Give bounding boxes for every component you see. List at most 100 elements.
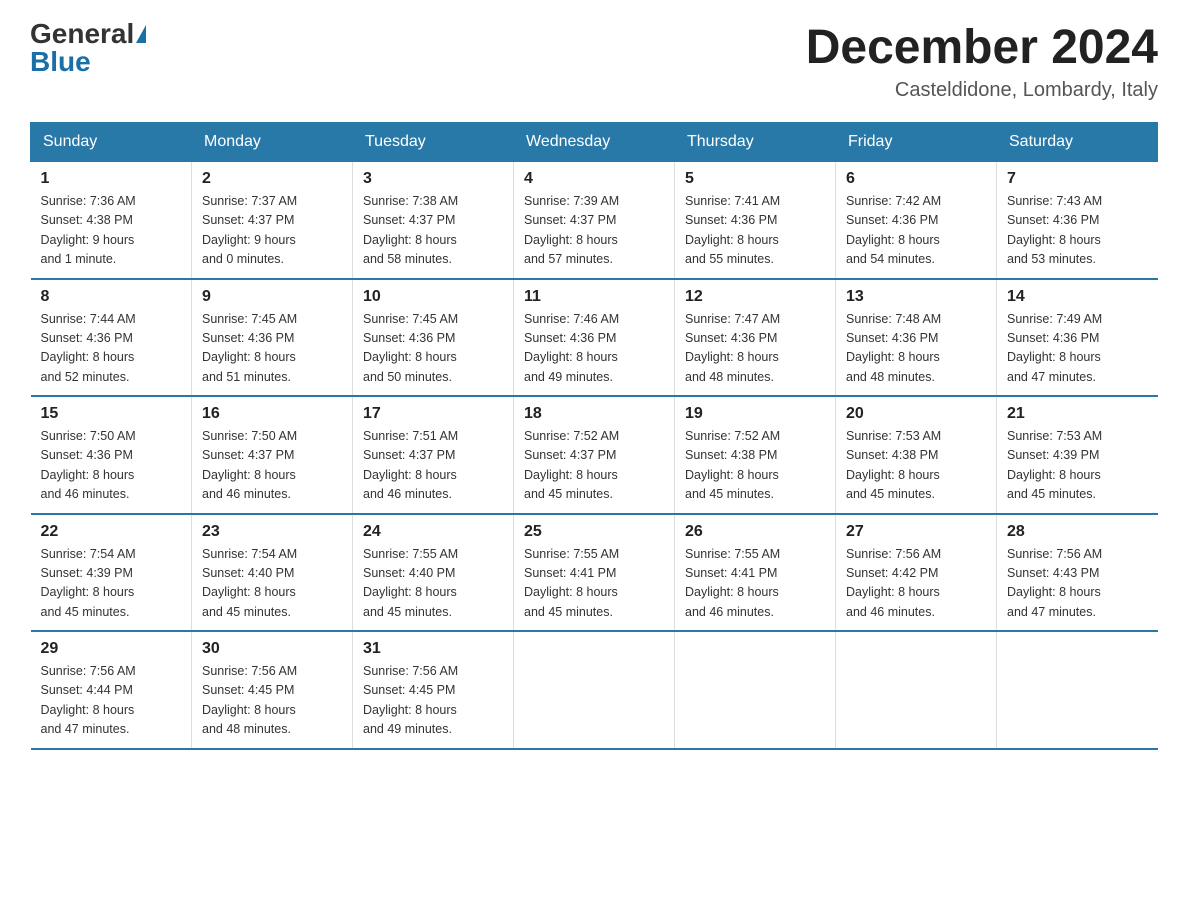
day-number: 17	[363, 405, 503, 423]
day-number: 25	[524, 523, 664, 541]
calendar-cell: 20 Sunrise: 7:53 AMSunset: 4:38 PMDaylig…	[836, 396, 997, 514]
day-info: Sunrise: 7:54 AMSunset: 4:39 PMDaylight:…	[41, 545, 182, 623]
calendar-cell: 11 Sunrise: 7:46 AMSunset: 4:36 PMDaylig…	[514, 279, 675, 397]
day-number: 7	[1007, 170, 1148, 188]
day-number: 8	[41, 288, 182, 306]
calendar-cell: 3 Sunrise: 7:38 AMSunset: 4:37 PMDayligh…	[353, 162, 514, 279]
calendar-week-row: 29 Sunrise: 7:56 AMSunset: 4:44 PMDaylig…	[31, 631, 1158, 749]
day-number: 31	[363, 640, 503, 658]
location-subtitle: Casteldidone, Lombardy, Italy	[806, 79, 1158, 102]
logo-blue: Blue	[30, 48, 91, 76]
day-info: Sunrise: 7:56 AMSunset: 4:45 PMDaylight:…	[363, 662, 503, 740]
calendar-cell: 14 Sunrise: 7:49 AMSunset: 4:36 PMDaylig…	[997, 279, 1158, 397]
day-number: 3	[363, 170, 503, 188]
day-number: 29	[41, 640, 182, 658]
logo: General Blue	[30, 20, 146, 76]
day-info: Sunrise: 7:53 AMSunset: 4:39 PMDaylight:…	[1007, 427, 1148, 505]
calendar-cell: 12 Sunrise: 7:47 AMSunset: 4:36 PMDaylig…	[675, 279, 836, 397]
calendar-cell: 27 Sunrise: 7:56 AMSunset: 4:42 PMDaylig…	[836, 514, 997, 632]
header-friday: Friday	[836, 123, 997, 162]
day-info: Sunrise: 7:50 AMSunset: 4:36 PMDaylight:…	[41, 427, 182, 505]
day-info: Sunrise: 7:55 AMSunset: 4:40 PMDaylight:…	[363, 545, 503, 623]
calendar-cell: 31 Sunrise: 7:56 AMSunset: 4:45 PMDaylig…	[353, 631, 514, 749]
day-number: 22	[41, 523, 182, 541]
day-number: 19	[685, 405, 825, 423]
day-info: Sunrise: 7:54 AMSunset: 4:40 PMDaylight:…	[202, 545, 342, 623]
calendar-cell: 24 Sunrise: 7:55 AMSunset: 4:40 PMDaylig…	[353, 514, 514, 632]
calendar-cell: 23 Sunrise: 7:54 AMSunset: 4:40 PMDaylig…	[192, 514, 353, 632]
logo-triangle-icon	[136, 25, 146, 43]
calendar-cell	[836, 631, 997, 749]
day-number: 6	[846, 170, 986, 188]
calendar-cell	[514, 631, 675, 749]
header-saturday: Saturday	[997, 123, 1158, 162]
day-info: Sunrise: 7:36 AMSunset: 4:38 PMDaylight:…	[41, 192, 182, 270]
calendar-week-row: 15 Sunrise: 7:50 AMSunset: 4:36 PMDaylig…	[31, 396, 1158, 514]
calendar-cell: 17 Sunrise: 7:51 AMSunset: 4:37 PMDaylig…	[353, 396, 514, 514]
day-number: 24	[363, 523, 503, 541]
day-number: 2	[202, 170, 342, 188]
calendar-cell: 10 Sunrise: 7:45 AMSunset: 4:36 PMDaylig…	[353, 279, 514, 397]
day-number: 4	[524, 170, 664, 188]
day-info: Sunrise: 7:56 AMSunset: 4:44 PMDaylight:…	[41, 662, 182, 740]
day-number: 28	[1007, 523, 1148, 541]
page-header: General Blue December 2024 Casteldidone,…	[30, 20, 1158, 102]
day-info: Sunrise: 7:55 AMSunset: 4:41 PMDaylight:…	[685, 545, 825, 623]
calendar-cell: 4 Sunrise: 7:39 AMSunset: 4:37 PMDayligh…	[514, 162, 675, 279]
day-info: Sunrise: 7:45 AMSunset: 4:36 PMDaylight:…	[202, 310, 342, 388]
day-number: 16	[202, 405, 342, 423]
day-info: Sunrise: 7:38 AMSunset: 4:37 PMDaylight:…	[363, 192, 503, 270]
calendar-cell: 8 Sunrise: 7:44 AMSunset: 4:36 PMDayligh…	[31, 279, 192, 397]
day-info: Sunrise: 7:39 AMSunset: 4:37 PMDaylight:…	[524, 192, 664, 270]
calendar-cell: 21 Sunrise: 7:53 AMSunset: 4:39 PMDaylig…	[997, 396, 1158, 514]
day-number: 5	[685, 170, 825, 188]
day-info: Sunrise: 7:56 AMSunset: 4:45 PMDaylight:…	[202, 662, 342, 740]
day-number: 26	[685, 523, 825, 541]
calendar-cell: 13 Sunrise: 7:48 AMSunset: 4:36 PMDaylig…	[836, 279, 997, 397]
header-thursday: Thursday	[675, 123, 836, 162]
calendar-week-row: 22 Sunrise: 7:54 AMSunset: 4:39 PMDaylig…	[31, 514, 1158, 632]
day-number: 18	[524, 405, 664, 423]
day-info: Sunrise: 7:46 AMSunset: 4:36 PMDaylight:…	[524, 310, 664, 388]
day-number: 13	[846, 288, 986, 306]
day-number: 23	[202, 523, 342, 541]
day-info: Sunrise: 7:56 AMSunset: 4:42 PMDaylight:…	[846, 545, 986, 623]
header-tuesday: Tuesday	[353, 123, 514, 162]
day-info: Sunrise: 7:43 AMSunset: 4:36 PMDaylight:…	[1007, 192, 1148, 270]
day-info: Sunrise: 7:56 AMSunset: 4:43 PMDaylight:…	[1007, 545, 1148, 623]
calendar-cell	[675, 631, 836, 749]
calendar-cell: 29 Sunrise: 7:56 AMSunset: 4:44 PMDaylig…	[31, 631, 192, 749]
calendar-cell: 2 Sunrise: 7:37 AMSunset: 4:37 PMDayligh…	[192, 162, 353, 279]
day-info: Sunrise: 7:49 AMSunset: 4:36 PMDaylight:…	[1007, 310, 1148, 388]
day-info: Sunrise: 7:53 AMSunset: 4:38 PMDaylight:…	[846, 427, 986, 505]
day-number: 27	[846, 523, 986, 541]
calendar-cell: 25 Sunrise: 7:55 AMSunset: 4:41 PMDaylig…	[514, 514, 675, 632]
calendar-cell: 15 Sunrise: 7:50 AMSunset: 4:36 PMDaylig…	[31, 396, 192, 514]
title-section: December 2024 Casteldidone, Lombardy, It…	[806, 20, 1158, 102]
day-info: Sunrise: 7:41 AMSunset: 4:36 PMDaylight:…	[685, 192, 825, 270]
calendar-header: Sunday Monday Tuesday Wednesday Thursday…	[31, 123, 1158, 162]
day-info: Sunrise: 7:55 AMSunset: 4:41 PMDaylight:…	[524, 545, 664, 623]
header-sunday: Sunday	[31, 123, 192, 162]
day-number: 14	[1007, 288, 1148, 306]
calendar-cell: 9 Sunrise: 7:45 AMSunset: 4:36 PMDayligh…	[192, 279, 353, 397]
calendar-cell: 19 Sunrise: 7:52 AMSunset: 4:38 PMDaylig…	[675, 396, 836, 514]
calendar-cell: 1 Sunrise: 7:36 AMSunset: 4:38 PMDayligh…	[31, 162, 192, 279]
logo-general: General	[30, 20, 134, 48]
day-info: Sunrise: 7:45 AMSunset: 4:36 PMDaylight:…	[363, 310, 503, 388]
header-monday: Monday	[192, 123, 353, 162]
calendar-cell: 16 Sunrise: 7:50 AMSunset: 4:37 PMDaylig…	[192, 396, 353, 514]
day-number: 12	[685, 288, 825, 306]
month-title: December 2024	[806, 20, 1158, 75]
day-number: 11	[524, 288, 664, 306]
calendar-cell	[997, 631, 1158, 749]
day-info: Sunrise: 7:44 AMSunset: 4:36 PMDaylight:…	[41, 310, 182, 388]
day-number: 20	[846, 405, 986, 423]
day-info: Sunrise: 7:42 AMSunset: 4:36 PMDaylight:…	[846, 192, 986, 270]
day-number: 1	[41, 170, 182, 188]
day-info: Sunrise: 7:47 AMSunset: 4:36 PMDaylight:…	[685, 310, 825, 388]
day-info: Sunrise: 7:50 AMSunset: 4:37 PMDaylight:…	[202, 427, 342, 505]
day-number: 10	[363, 288, 503, 306]
calendar-cell: 28 Sunrise: 7:56 AMSunset: 4:43 PMDaylig…	[997, 514, 1158, 632]
calendar-week-row: 1 Sunrise: 7:36 AMSunset: 4:38 PMDayligh…	[31, 162, 1158, 279]
